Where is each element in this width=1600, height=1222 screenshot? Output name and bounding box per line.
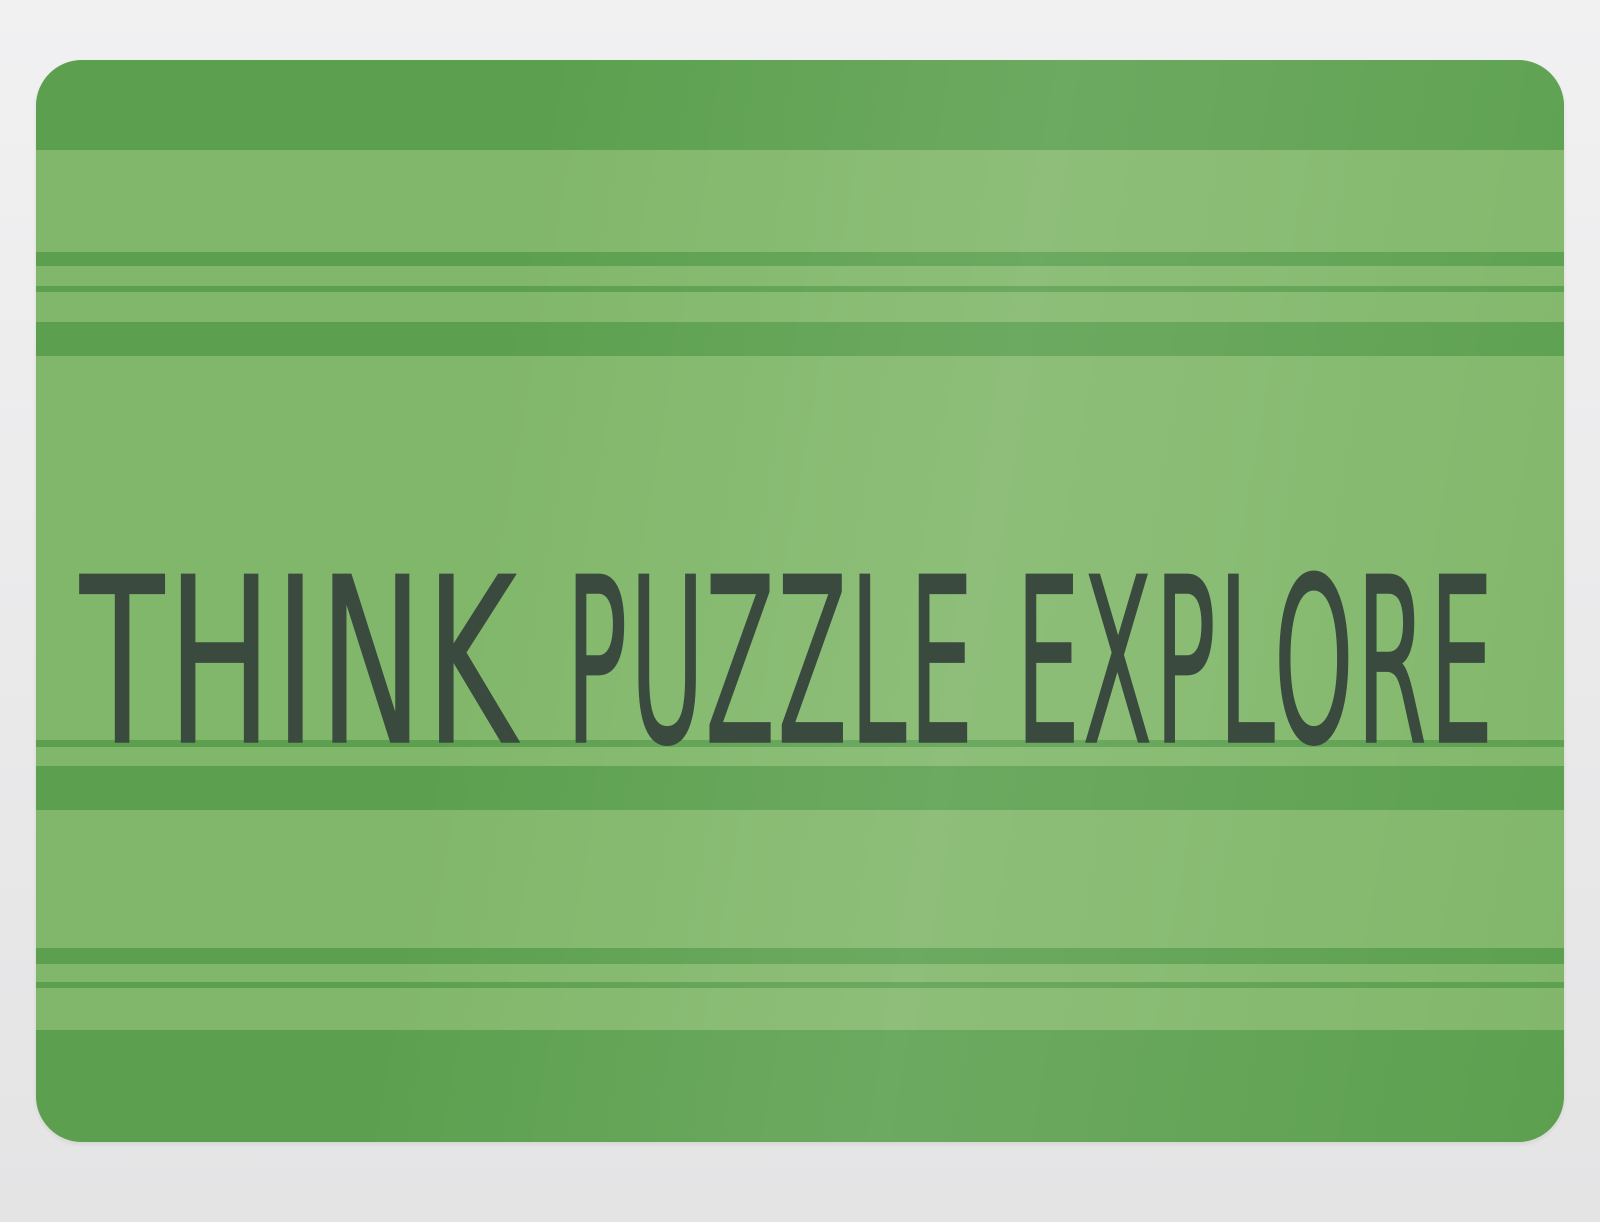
- stripe-bottom-thin-3: [36, 982, 1564, 988]
- placemat-title: THINK PUZZLE EXPLORE: [36, 410, 1564, 810]
- stripe-bottom-thin-2: [36, 948, 1564, 964]
- placemat: THINK PUZZLE EXPLORE: [36, 60, 1564, 1142]
- stripe-top-thin-2: [36, 286, 1564, 292]
- word-explore: EXPLORE: [1016, 530, 1496, 797]
- stripe-top-thin-1: [36, 252, 1564, 266]
- stripe-top-mid: [36, 322, 1564, 356]
- stripe-bottom-wide: [36, 1030, 1564, 1142]
- word-think: THINK: [79, 530, 520, 797]
- stripe-top-wide: [36, 60, 1564, 150]
- word-puzzle: PUZZLE: [566, 530, 976, 797]
